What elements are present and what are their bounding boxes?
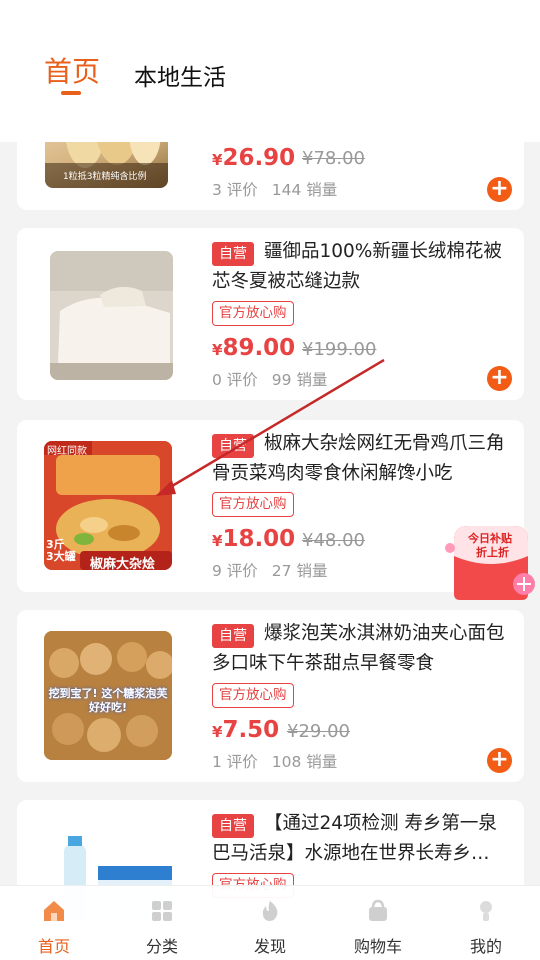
product-meta: 0 评价 99 销量 <box>212 368 341 390</box>
official-badge: 官方放心购 <box>212 492 294 517</box>
nav-cart[interactable]: 购物车 <box>348 886 408 960</box>
thumb-label-name: 椒麻大杂烩 <box>90 557 156 570</box>
nav-profile[interactable]: 我的 <box>456 886 516 960</box>
thumb-caption: 1粒抵3粒精纯含比例 <box>63 172 147 182</box>
top-header: 首页 本地生活 <box>0 0 540 142</box>
product-price: ¥89.00 <box>212 335 296 361</box>
active-tab-indicator <box>61 91 81 95</box>
original-price: ¥29.00 <box>287 721 350 742</box>
product-price: ¥26.90 <box>212 145 296 171</box>
sales-count: 27 销量 <box>271 562 328 580</box>
sales-count: 108 销量 <box>271 753 338 771</box>
product-thumbnail[interactable]: 网红同款 3斤 3大罐 椒麻大杂烩 <box>44 441 172 570</box>
original-price: ¥48.00 <box>302 530 365 551</box>
home-icon <box>44 901 64 921</box>
nav-label: 我的 <box>469 937 502 956</box>
tab-home[interactable]: 首页 <box>44 50 100 90</box>
nav-discover[interactable]: 发现 <box>240 886 300 960</box>
product-card[interactable]: 自营 疆御品100%新疆长绒棉花被芯冬夏被芯缝边款 官方放心购 ¥89.00 ¥… <box>17 228 524 400</box>
bottom-nav: 首页 分类 发现 购物车 我的 <box>0 885 540 960</box>
promo-line2: 折上折 <box>476 546 509 559</box>
product-title[interactable]: 爆浆泡芙冰淇淋奶油夹心面包多口味下午茶甜点早餐零食 <box>212 619 514 679</box>
nav-category[interactable]: 分类 <box>132 886 192 960</box>
add-to-cart-button[interactable]: + <box>487 366 512 391</box>
product-price: ¥18.00 <box>212 526 296 552</box>
add-to-cart-button[interactable]: + <box>487 748 512 773</box>
nav-label: 发现 <box>253 937 286 956</box>
sales-count: 99 销量 <box>271 371 328 389</box>
review-count: 9 评价 <box>212 562 258 580</box>
review-count: 0 评价 <box>212 371 258 389</box>
product-thumbnail[interactable]: 挖到宝了! 这个糖浆泡芙好好吃! <box>44 631 172 760</box>
review-count: 3 评价 <box>212 181 258 199</box>
quilt-image <box>50 251 173 380</box>
product-list[interactable]: 1粒抵3粒精纯含比例 ¥26.90 ¥78.00 3 评价 144 销量 + 自营… <box>0 0 540 960</box>
thumb-caption: 挖到宝了! 这个糖浆泡芙好好吃! <box>48 687 168 714</box>
add-to-cart-button[interactable]: + <box>487 177 512 202</box>
product-meta: 3 评价 144 销量 <box>212 178 351 200</box>
profile-icon <box>480 901 492 921</box>
official-badge: 官方放心购 <box>212 301 294 326</box>
nav-label: 购物车 <box>353 937 402 956</box>
subsidy-promo-badge[interactable]: 今日补贴 折上折 <box>444 520 540 602</box>
product-card[interactable]: 挖到宝了! 这个糖浆泡芙好好吃! 自营 爆浆泡芙冰淇淋奶油夹心面包多口味下午茶甜… <box>17 610 524 782</box>
review-count: 1 评价 <box>212 753 258 771</box>
sales-count: 144 销量 <box>271 181 338 199</box>
product-meta: 9 评价 27 销量 <box>212 559 341 581</box>
tab-local-life[interactable]: 本地生活 <box>134 58 226 92</box>
discover-icon <box>262 901 278 921</box>
cart-icon <box>369 899 387 921</box>
official-badge: 官方放心购 <box>212 683 294 708</box>
thumb-label-top: 网红同款 <box>47 446 87 457</box>
product-title[interactable]: 疆御品100%新疆长绒棉花被芯冬夏被芯缝边款 <box>212 237 514 297</box>
nav-home[interactable]: 首页 <box>24 886 84 960</box>
original-price: ¥78.00 <box>302 148 365 169</box>
product-title[interactable]: 【通过24项检测 寿乡第一泉巴马活泉】水源地在世界长寿乡… <box>212 809 514 869</box>
original-price: ¥199.00 <box>302 339 377 360</box>
product-price: ¥7.50 <box>212 717 280 743</box>
category-icon <box>152 901 172 921</box>
product-title[interactable]: 椒麻大杂烩网红无骨鸡爪三角骨贡菜鸡肉零食休闲解馋小吃 <box>212 429 514 489</box>
nav-label: 分类 <box>145 937 178 956</box>
thumb-label-weight: 3斤 3大罐 <box>46 538 76 563</box>
nav-label: 首页 <box>37 937 70 956</box>
product-meta: 1 评价 108 销量 <box>212 750 351 772</box>
product-thumbnail[interactable] <box>50 251 173 380</box>
